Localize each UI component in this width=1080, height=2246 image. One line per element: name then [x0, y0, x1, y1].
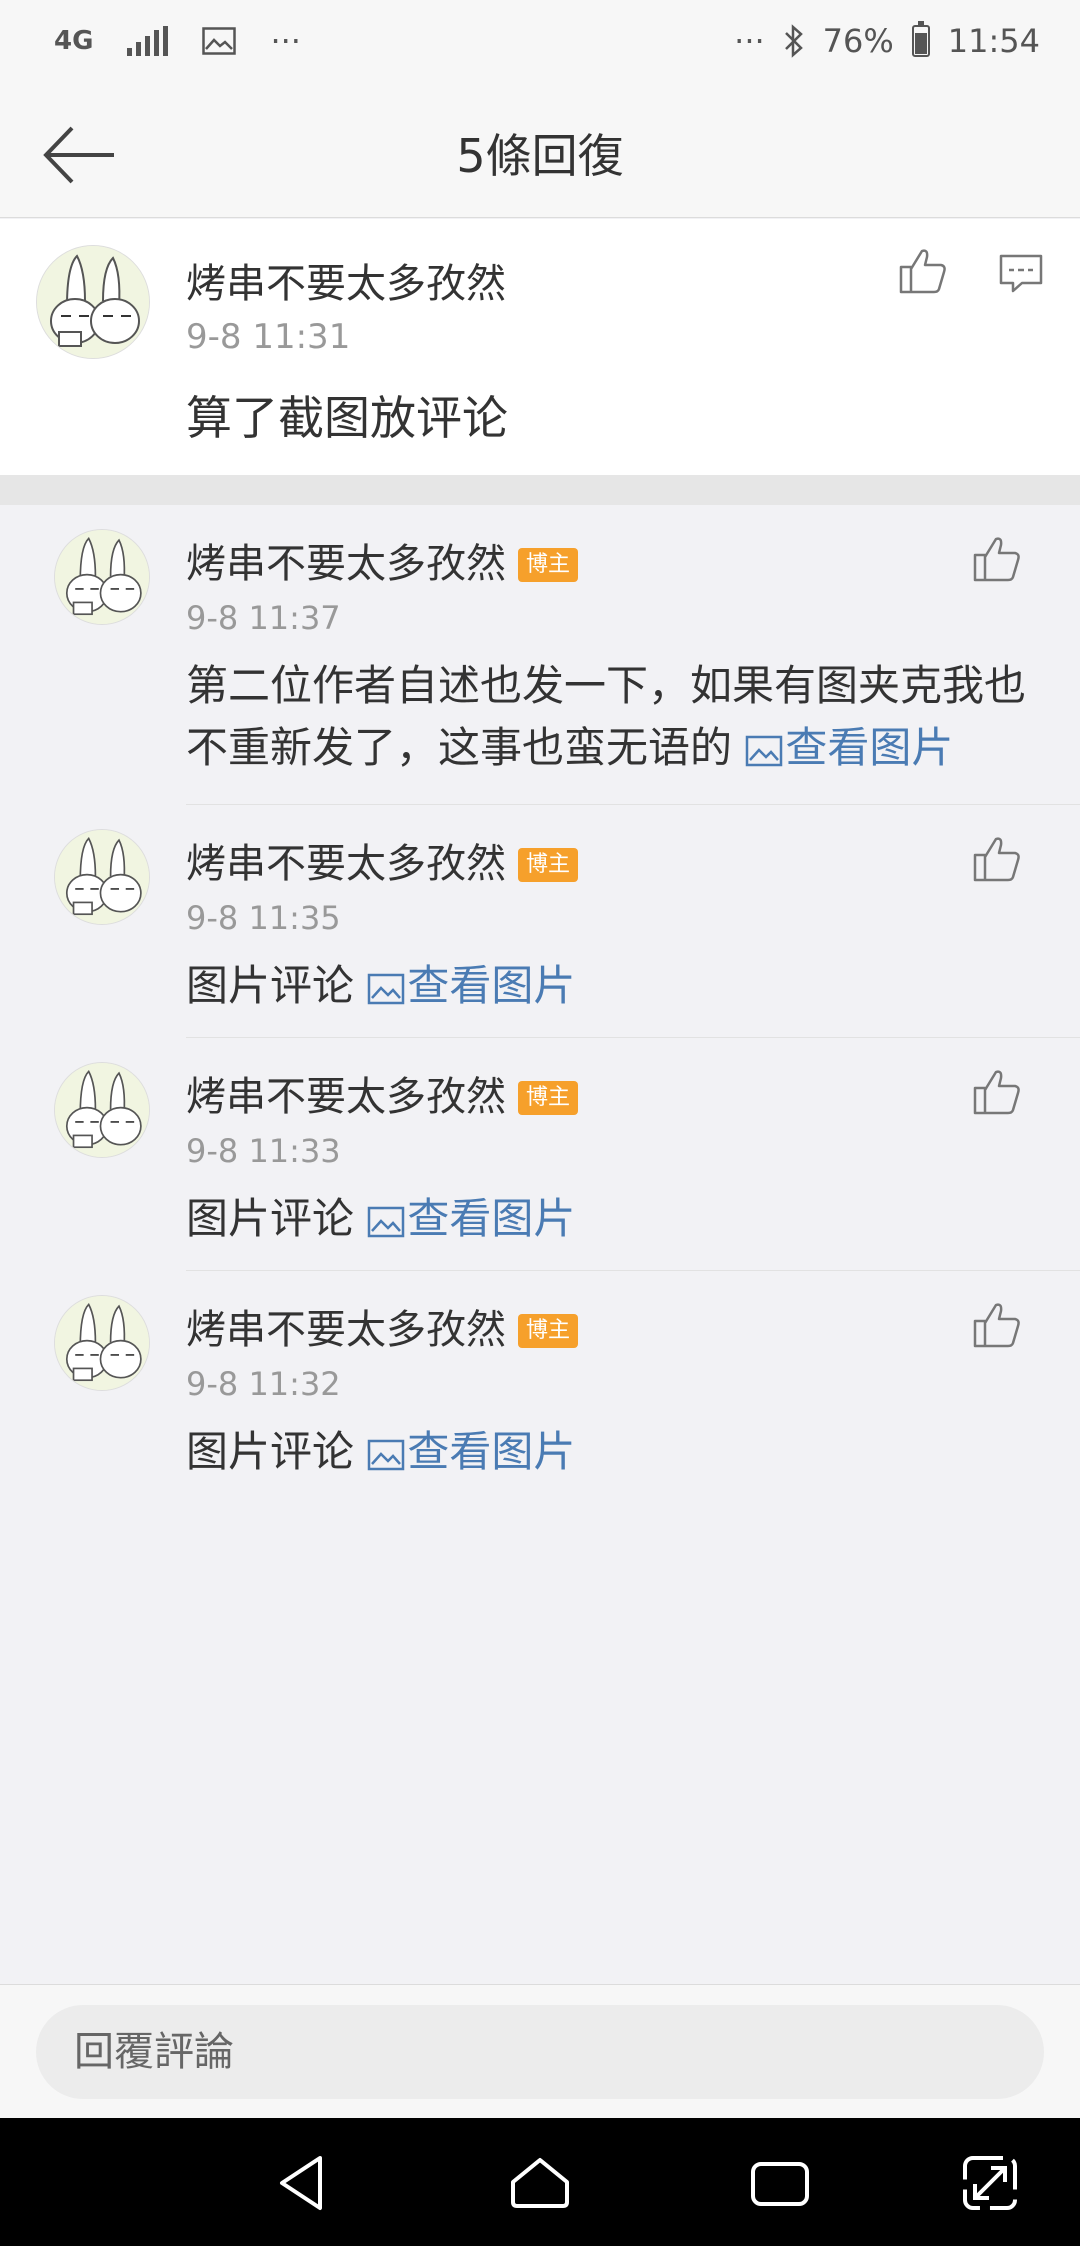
thumbs-up-icon	[899, 249, 946, 294]
reply-text-body: 图片评论	[186, 961, 355, 1010]
bunny-avatar-icon	[55, 1063, 149, 1157]
nav-home-button[interactable]	[505, 2148, 575, 2218]
network-type: 4G	[54, 26, 94, 56]
root-comment: 烤串不要太多孜然 9-8 11:31 算了截图放评论	[0, 219, 1080, 475]
blogger-badge: 博主	[518, 848, 579, 882]
nav-back-button[interactable]	[270, 2148, 340, 2218]
reply-text: 图片评论 查看图片	[186, 1188, 1036, 1250]
image-icon	[368, 1206, 405, 1238]
comment-username[interactable]: 烤串不要太多孜然	[186, 251, 506, 309]
view-image-link[interactable]: 查看图片	[367, 1194, 575, 1243]
blogger-badge: 博主	[518, 548, 579, 582]
clock: 11:54	[947, 22, 1040, 60]
view-image-label: 查看图片	[407, 961, 576, 1010]
system-nav-bar	[0, 2118, 1080, 2246]
reply-text-body: 图片评论	[186, 1427, 355, 1476]
reply-text: 图片评论 查看图片	[186, 1421, 1036, 1483]
gallery-notification-icon	[202, 27, 237, 55]
nav-recents-button[interactable]	[745, 2148, 815, 2218]
reply-username-row: 烤串不要太多孜然 博主	[186, 831, 579, 889]
section-divider	[0, 475, 1080, 505]
more-status: ···	[734, 22, 765, 60]
bunny-avatar-icon	[55, 830, 149, 924]
avatar[interactable]	[54, 1295, 150, 1391]
signal-icon	[127, 26, 169, 56]
reply-time: 9-8 11:37	[186, 599, 341, 637]
view-image-label: 查看图片	[785, 723, 954, 772]
thumbs-up-icon	[973, 537, 1020, 582]
reply-text-body: 图片评论	[186, 1194, 355, 1243]
more-notifications: ···	[270, 22, 301, 60]
reply-username-row: 烤串不要太多孜然 博主	[186, 1064, 579, 1122]
reply-item: 烤串不要太多孜然 博主 9-8 11:32 图片评论 查看图片	[0, 1271, 1080, 1504]
view-image-link[interactable]: 查看图片	[367, 961, 575, 1010]
comment-bubble-icon	[999, 254, 1043, 293]
thumbs-up-icon	[973, 837, 1020, 882]
reply-input[interactable]: 回覆評論	[36, 2005, 1044, 2099]
bunny-avatar-icon	[55, 530, 149, 624]
reply-comment-button[interactable]	[998, 253, 1044, 299]
blogger-badge: 博主	[518, 1314, 579, 1348]
reply-item: 烤串不要太多孜然 博主 9-8 11:37 第二位作者自述也发一下，如果有图夹克我…	[0, 505, 1080, 805]
status-bar: 4G ··· ··· 76% 11:54	[0, 0, 1080, 90]
reply-username[interactable]: 烤串不要太多孜然	[186, 1307, 506, 1353]
comment-text: 算了截图放评论	[186, 391, 508, 445]
blogger-badge: 博主	[518, 1081, 579, 1115]
like-button[interactable]	[972, 1068, 1022, 1120]
image-icon	[746, 735, 783, 767]
expand-icon	[963, 2156, 1017, 2210]
home-icon	[511, 2158, 569, 2208]
like-button[interactable]	[972, 535, 1022, 587]
image-icon	[368, 973, 405, 1005]
bunny-avatar-icon	[55, 1296, 149, 1390]
reply-username[interactable]: 烤串不要太多孜然	[186, 541, 506, 587]
view-image-link[interactable]: 查看图片	[367, 1427, 575, 1476]
bluetooth-icon	[783, 24, 805, 58]
back-triangle-icon	[280, 2156, 322, 2210]
reply-time: 9-8 11:35	[186, 899, 341, 937]
reply-time: 9-8 11:32	[186, 1365, 341, 1403]
like-button[interactable]	[972, 1301, 1022, 1353]
reply-username[interactable]: 烤串不要太多孜然	[186, 1074, 506, 1120]
reply-username-row: 烤串不要太多孜然 博主	[186, 531, 579, 589]
avatar[interactable]	[54, 1062, 150, 1158]
reply-item: 烤串不要太多孜然 博主 9-8 11:33 图片评论 查看图片	[0, 1038, 1080, 1271]
reply-username-row: 烤串不要太多孜然 博主	[186, 1297, 579, 1355]
reply-time: 9-8 11:33	[186, 1132, 341, 1170]
nav-expand-button[interactable]	[955, 2148, 1025, 2218]
reply-text: 图片评论 查看图片	[186, 955, 1036, 1017]
view-image-label: 查看图片	[407, 1194, 576, 1243]
reply-bar: 回覆評論	[0, 1984, 1080, 2118]
reply-text: 第二位作者自述也发一下，如果有图夹克我也不重新发了，这事也蛮无语的 查看图片	[186, 655, 1036, 779]
view-image-link[interactable]: 查看图片	[745, 723, 953, 772]
like-button[interactable]	[898, 247, 948, 299]
view-image-label: 查看图片	[407, 1427, 576, 1476]
thumbs-up-icon	[973, 1303, 1020, 1348]
avatar[interactable]	[54, 829, 150, 925]
comment-time: 9-8 11:31	[186, 317, 351, 357]
reply-item: 烤串不要太多孜然 博主 9-8 11:35 图片评论 查看图片	[0, 805, 1080, 1038]
recents-icon	[751, 2162, 809, 2206]
header: 5條回復	[0, 90, 1080, 218]
like-button[interactable]	[972, 835, 1022, 887]
reply-username[interactable]: 烤串不要太多孜然	[186, 841, 506, 887]
thumbs-up-icon	[973, 1070, 1020, 1115]
battery-icon	[911, 21, 930, 57]
bunny-avatar-icon	[37, 246, 149, 358]
avatar[interactable]	[36, 245, 150, 359]
page-title: 5條回復	[456, 129, 624, 183]
image-icon	[368, 1439, 405, 1471]
avatar[interactable]	[54, 529, 150, 625]
battery-percent: 76%	[822, 22, 894, 60]
